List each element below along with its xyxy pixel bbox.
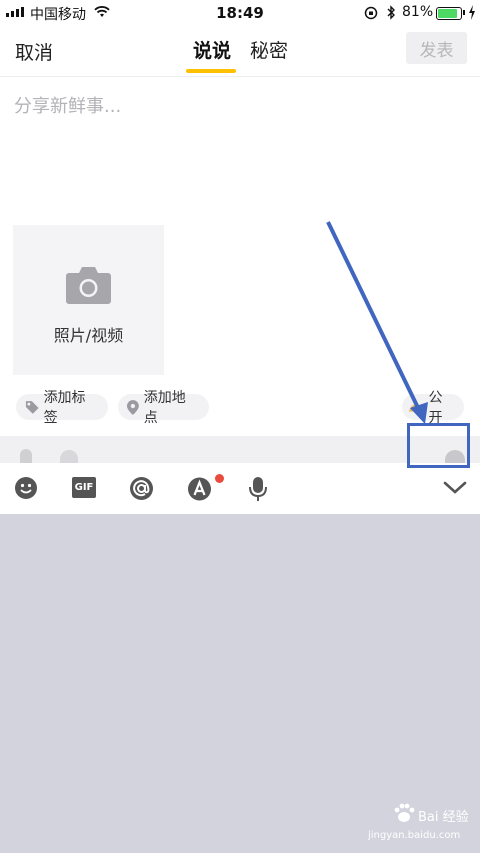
watermark-brand: Bai 经验: [418, 810, 469, 825]
watermark-url: jingyan.baidu.com: [368, 830, 461, 841]
paw-logo-icon: [394, 803, 415, 822]
watermark: Bai 经验 jingyan.baidu.com: [368, 800, 480, 850]
annotation-highlight-box: [407, 423, 470, 468]
